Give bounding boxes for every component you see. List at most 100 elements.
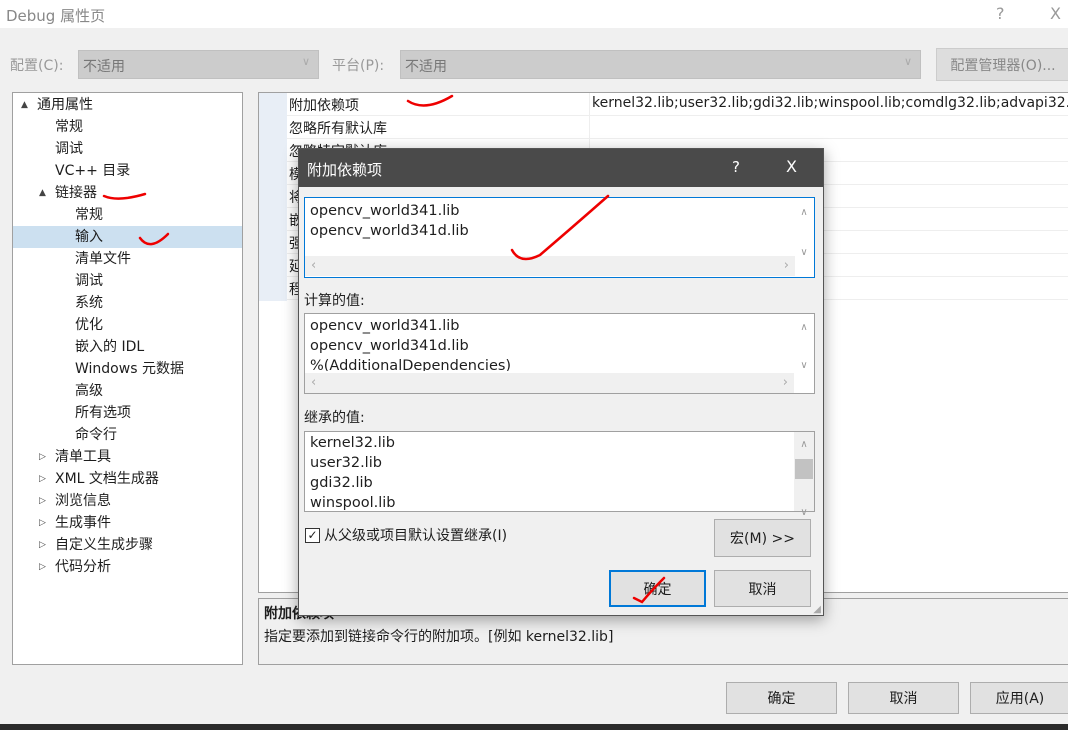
tree-item-label: 命令行 xyxy=(75,427,117,443)
collapsed-icon[interactable]: ▷ xyxy=(39,446,46,468)
tree-item[interactable]: VC++ 目录 xyxy=(13,160,242,182)
tree-item-label: 自定义生成步骤 xyxy=(55,537,153,553)
dependencies-edit[interactable]: opencv_world341.lib opencv_world341d.lib … xyxy=(304,197,815,278)
tree-item[interactable]: 嵌入的 IDL xyxy=(13,336,242,358)
platform-label: 平台(P): xyxy=(332,58,385,74)
text-line: winspool.lib xyxy=(310,495,396,511)
description-text: 指定要添加到链接命令行的附加项。[例如 kernel32.lib] xyxy=(264,629,614,645)
property-name: 忽略所有默认库 xyxy=(289,121,387,137)
platform-select[interactable]: 不适用 ∨ xyxy=(400,50,921,79)
text-line: gdi32.lib xyxy=(310,475,373,491)
text-line: kernel32.lib xyxy=(310,435,395,451)
help-button[interactable]: ? xyxy=(996,4,1005,23)
property-row[interactable]: 忽略所有默认库 xyxy=(287,116,1068,139)
tree-item-label: 嵌入的 IDL xyxy=(75,339,145,355)
config-select[interactable]: 不适用 ∨ xyxy=(78,50,319,79)
tree-item-label: 高级 xyxy=(75,383,103,399)
property-row[interactable]: 附加依赖项 kernel32.lib;user32.lib;gdi32.lib;w… xyxy=(287,93,1068,116)
text-line: opencv_world341d.lib xyxy=(310,223,469,239)
tree-item-label: 生成事件 xyxy=(55,515,111,531)
tree-item-label: 通用属性 xyxy=(37,97,93,113)
inherited-values[interactable]: kernel32.lib user32.lib gdi32.lib winspool.… xyxy=(304,431,815,518)
column-divider xyxy=(589,93,590,116)
tree-item-label: 输入 xyxy=(75,229,103,245)
computed-label: 计算的值: xyxy=(304,293,365,309)
inherit-checkbox[interactable]: ✓ 从父级或项目默认设置继承(I) xyxy=(305,525,507,545)
tree-item-label: 优化 xyxy=(75,317,103,333)
expanded-icon[interactable]: ▲ xyxy=(21,94,28,116)
config-label: 配置(C): xyxy=(10,58,64,74)
column-divider xyxy=(589,116,590,139)
inherited-label: 继承的值: xyxy=(304,410,365,426)
category-tree[interactable]: ▲ 通用属性 常规 调试 VC++ 目录 ▲ 链接器 常规 输入 清单文件 调试 系统 优化 嵌入的 ID… xyxy=(12,92,243,665)
apply-button[interactable]: 应用(A) xyxy=(970,682,1068,714)
macros-button[interactable]: 宏(M) >> xyxy=(714,519,811,557)
dialog-title-bar: 附加依赖项 ? X xyxy=(299,149,823,187)
config-manager-button[interactable]: 配置管理器(O)... xyxy=(936,48,1068,81)
dialog-help-button[interactable]: ? xyxy=(732,158,740,176)
tree-item[interactable]: ▷ XML 文档生成器 xyxy=(13,468,242,490)
title-bar: Debug 属性页 ? X xyxy=(0,0,1068,28)
tree-item-label: 浏览信息 xyxy=(55,493,111,509)
text-line: user32.lib xyxy=(310,455,382,471)
collapsed-icon[interactable]: ▷ xyxy=(39,468,46,490)
chevron-down-icon: ∨ xyxy=(301,55,310,68)
property-value: kernel32.lib;user32.lib;gdi32.lib;winspo… xyxy=(592,95,1068,111)
tree-item[interactable]: 系统 xyxy=(13,292,242,314)
platform-value: 不适用 xyxy=(405,59,447,75)
checkbox-checked-icon: ✓ xyxy=(305,527,320,543)
text-line: opencv_world341d.lib xyxy=(310,338,469,354)
tree-item-label: 清单工具 xyxy=(55,449,111,465)
inherit-checkbox-label: 从父级或项目默认设置继承(I) xyxy=(324,528,508,544)
tree-item-label: 系统 xyxy=(75,295,103,311)
dialog-cancel-button[interactable]: 取消 xyxy=(714,570,811,607)
tree-item[interactable]: ▷ 生成事件 xyxy=(13,512,242,534)
tree-item[interactable]: 常规 xyxy=(13,204,242,226)
ok-button[interactable]: 确定 xyxy=(726,682,837,714)
property-name: 附加依赖项 xyxy=(289,98,359,114)
tree-item[interactable]: 输入 xyxy=(13,226,242,248)
tree-item[interactable]: 高级 xyxy=(13,380,242,402)
computed-values[interactable]: opencv_world341.lib opencv_world341d.lib%… xyxy=(304,313,815,394)
tree-item-label: 常规 xyxy=(75,207,103,223)
tree-item-label: XML 文档生成器 xyxy=(55,471,159,487)
tree-item[interactable]: Windows 元数据 xyxy=(13,358,242,380)
tree-item-label: 常规 xyxy=(55,119,83,135)
cancel-button[interactable]: 取消 xyxy=(848,682,959,714)
tree-item[interactable]: 优化 xyxy=(13,314,242,336)
dialog-title: 附加依赖项 xyxy=(307,161,383,179)
resize-grip-icon[interactable]: ◢ xyxy=(813,604,821,615)
close-button[interactable]: X xyxy=(1050,4,1061,23)
chevron-down-icon: ∨ xyxy=(903,55,912,68)
collapsed-icon[interactable]: ▷ xyxy=(39,490,46,512)
tree-item[interactable]: ▷ 代码分析 xyxy=(13,556,242,578)
tree-item[interactable]: 常规 xyxy=(13,116,242,138)
tree-item[interactable]: 调试 xyxy=(13,138,242,160)
collapsed-icon[interactable]: ▷ xyxy=(39,534,46,556)
text-line: %(AdditionalDependencies) xyxy=(310,358,512,371)
tree-item[interactable]: ▲ 通用属性 xyxy=(13,94,242,116)
dialog-close-button[interactable]: X xyxy=(786,157,797,176)
collapsed-icon[interactable]: ▷ xyxy=(39,556,46,578)
additional-dependencies-dialog: 附加依赖项 ? X opencv_world341.lib opencv_worl… xyxy=(298,148,824,616)
tree-item[interactable]: 命令行 xyxy=(13,424,242,446)
collapsed-icon[interactable]: ▷ xyxy=(39,512,46,534)
tree-item-label: 链接器 xyxy=(55,185,97,201)
dialog-ok-button[interactable]: 确定 xyxy=(609,570,706,607)
tree-item[interactable]: ▷ 浏览信息 xyxy=(13,490,242,512)
text-line: opencv_world341.lib xyxy=(310,318,460,334)
tree-item-label: 代码分析 xyxy=(55,559,111,575)
tree-item-label: 调试 xyxy=(75,273,103,289)
tree-item-label: Windows 元数据 xyxy=(75,361,184,377)
tree-item[interactable]: 调试 xyxy=(13,270,242,292)
window-title: Debug 属性页 xyxy=(6,7,106,25)
grid-gutter xyxy=(259,93,287,301)
taskbar-strip xyxy=(0,724,1068,730)
expanded-icon[interactable]: ▲ xyxy=(39,182,46,204)
tree-item[interactable]: ▲ 链接器 xyxy=(13,182,242,204)
tree-item[interactable]: 所有选项 xyxy=(13,402,242,424)
text-line: opencv_world341.lib xyxy=(310,203,460,219)
tree-item[interactable]: 清单文件 xyxy=(13,248,242,270)
tree-item[interactable]: ▷ 自定义生成步骤 xyxy=(13,534,242,556)
tree-item[interactable]: ▷ 清单工具 xyxy=(13,446,242,468)
